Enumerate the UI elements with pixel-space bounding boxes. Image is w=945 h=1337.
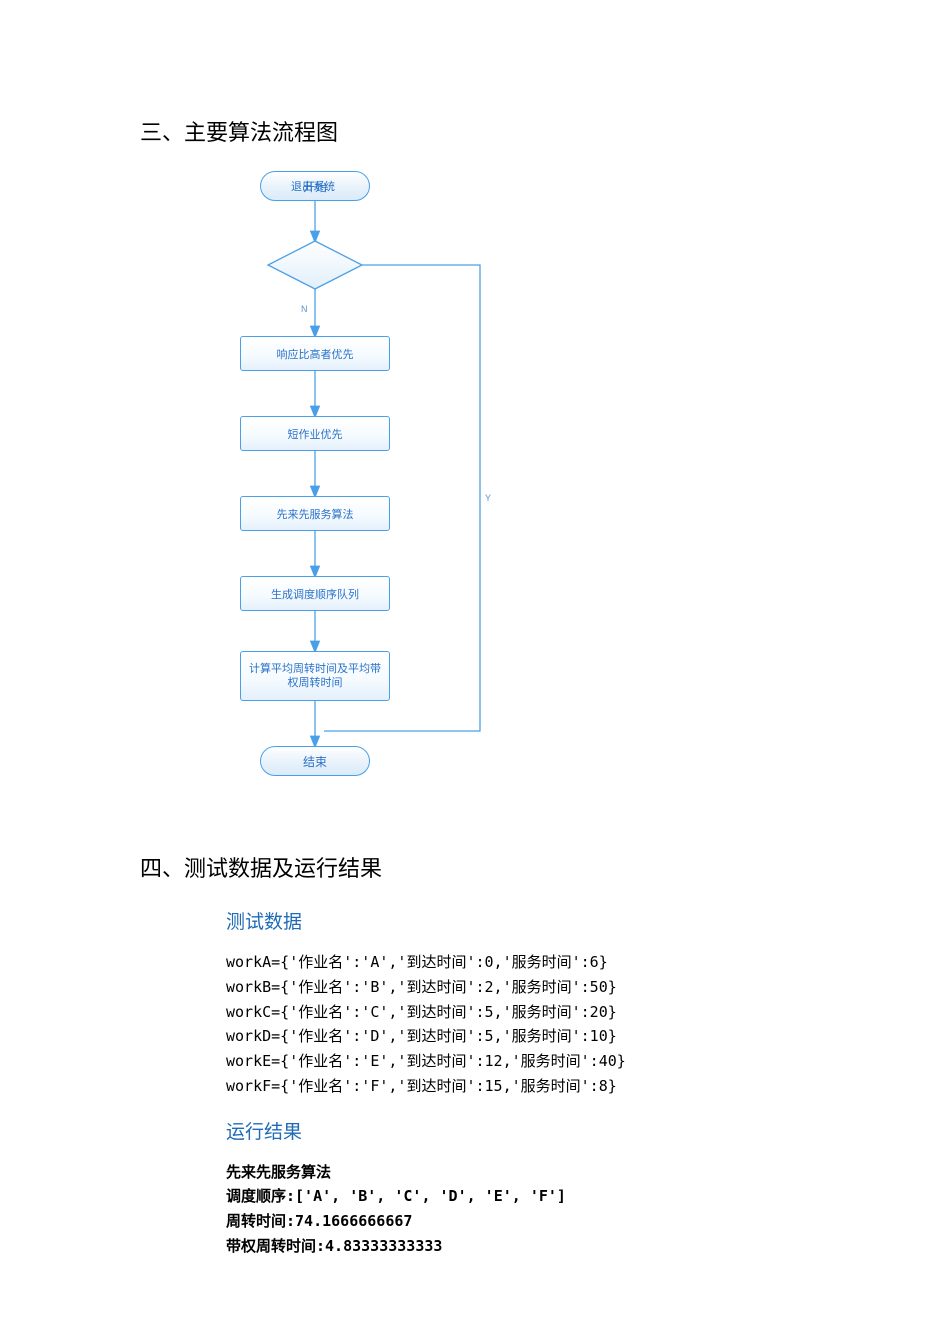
flowchart-svg (212, 171, 542, 811)
test-data-block: workA={'作业名':'A','到达时间':0,'服务时间':6} work… (226, 950, 805, 1099)
section-3-heading: 三、主要算法流程图 (140, 115, 805, 147)
flow-start: 开始 (260, 171, 370, 201)
result-block: 先来先服务算法 调度顺序:['A', 'B', 'C', 'D', 'E', '… (226, 1160, 805, 1259)
flowchart-container: 开始 退出系统 N Y 响应比高者优先 短作业优先 先来先服务算法 生成调度顺序… (140, 171, 805, 811)
result-heading: 运行结果 (226, 1117, 805, 1144)
flow-step-3: 先来先服务算法 (240, 496, 390, 531)
flow-end: 结束 (260, 746, 370, 776)
test-data-heading: 测试数据 (226, 907, 805, 934)
flow-step-1: 响应比高者优先 (240, 336, 390, 371)
section-4-heading: 四、测试数据及运行结果 (140, 851, 805, 883)
flowchart: 开始 退出系统 N Y 响应比高者优先 短作业优先 先来先服务算法 生成调度顺序… (212, 171, 542, 811)
flow-step-4: 生成调度顺序队列 (240, 576, 390, 611)
flow-step-2: 短作业优先 (240, 416, 390, 451)
edge-label-yes: Y (485, 493, 491, 503)
flow-step-5: 计算平均周转时间及平均带权周转时间 (240, 651, 390, 701)
edge-label-no: N (301, 304, 308, 314)
